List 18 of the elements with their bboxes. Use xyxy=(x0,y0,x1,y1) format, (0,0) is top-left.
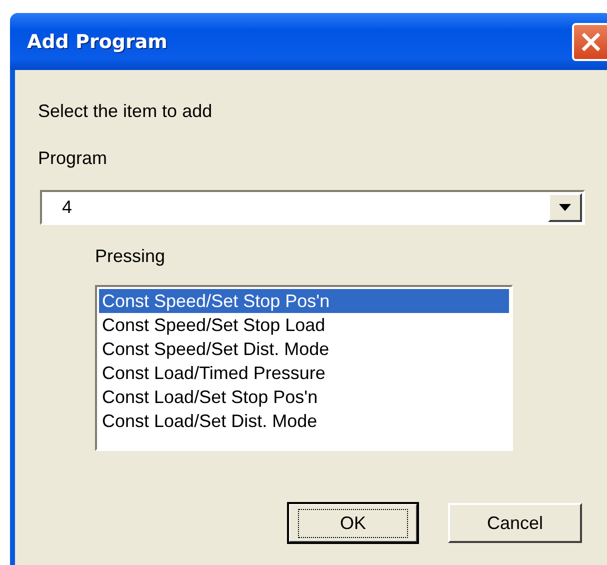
close-icon xyxy=(580,30,602,52)
list-item[interactable]: Const Speed/Set Dist. Mode xyxy=(99,337,509,361)
program-label: Program xyxy=(38,147,108,169)
pressing-label: Pressing xyxy=(95,245,166,267)
cancel-button[interactable]: Cancel xyxy=(448,503,582,543)
list-item[interactable]: Const Load/Timed Pressure xyxy=(99,361,509,385)
program-dropdown[interactable]: 4 xyxy=(40,190,585,225)
list-item[interactable]: Const Speed/Set Stop Load xyxy=(99,313,509,337)
list-item[interactable]: Const Speed/Set Stop Pos'n xyxy=(99,289,509,313)
list-item[interactable]: Const Load/Set Dist. Mode xyxy=(99,409,509,433)
list-item[interactable]: Const Load/Set Stop Pos'n xyxy=(99,385,509,409)
close-button[interactable] xyxy=(572,22,607,60)
pressing-list[interactable]: Const Speed/Set Stop Pos'n Const Speed/Set Stop Load Const Speed/Set Dist. Mode Const Load/Timed Pressure Const Load/Set Stop Pos'n Const Load/Set Dist. Mode xyxy=(95,285,513,451)
window-title: Add Program xyxy=(27,30,168,52)
ok-button[interactable]: OK xyxy=(288,503,418,543)
instruction-text: Select the item to add xyxy=(38,100,214,122)
caret-icon xyxy=(559,204,571,211)
dropdown-button[interactable] xyxy=(548,193,582,222)
